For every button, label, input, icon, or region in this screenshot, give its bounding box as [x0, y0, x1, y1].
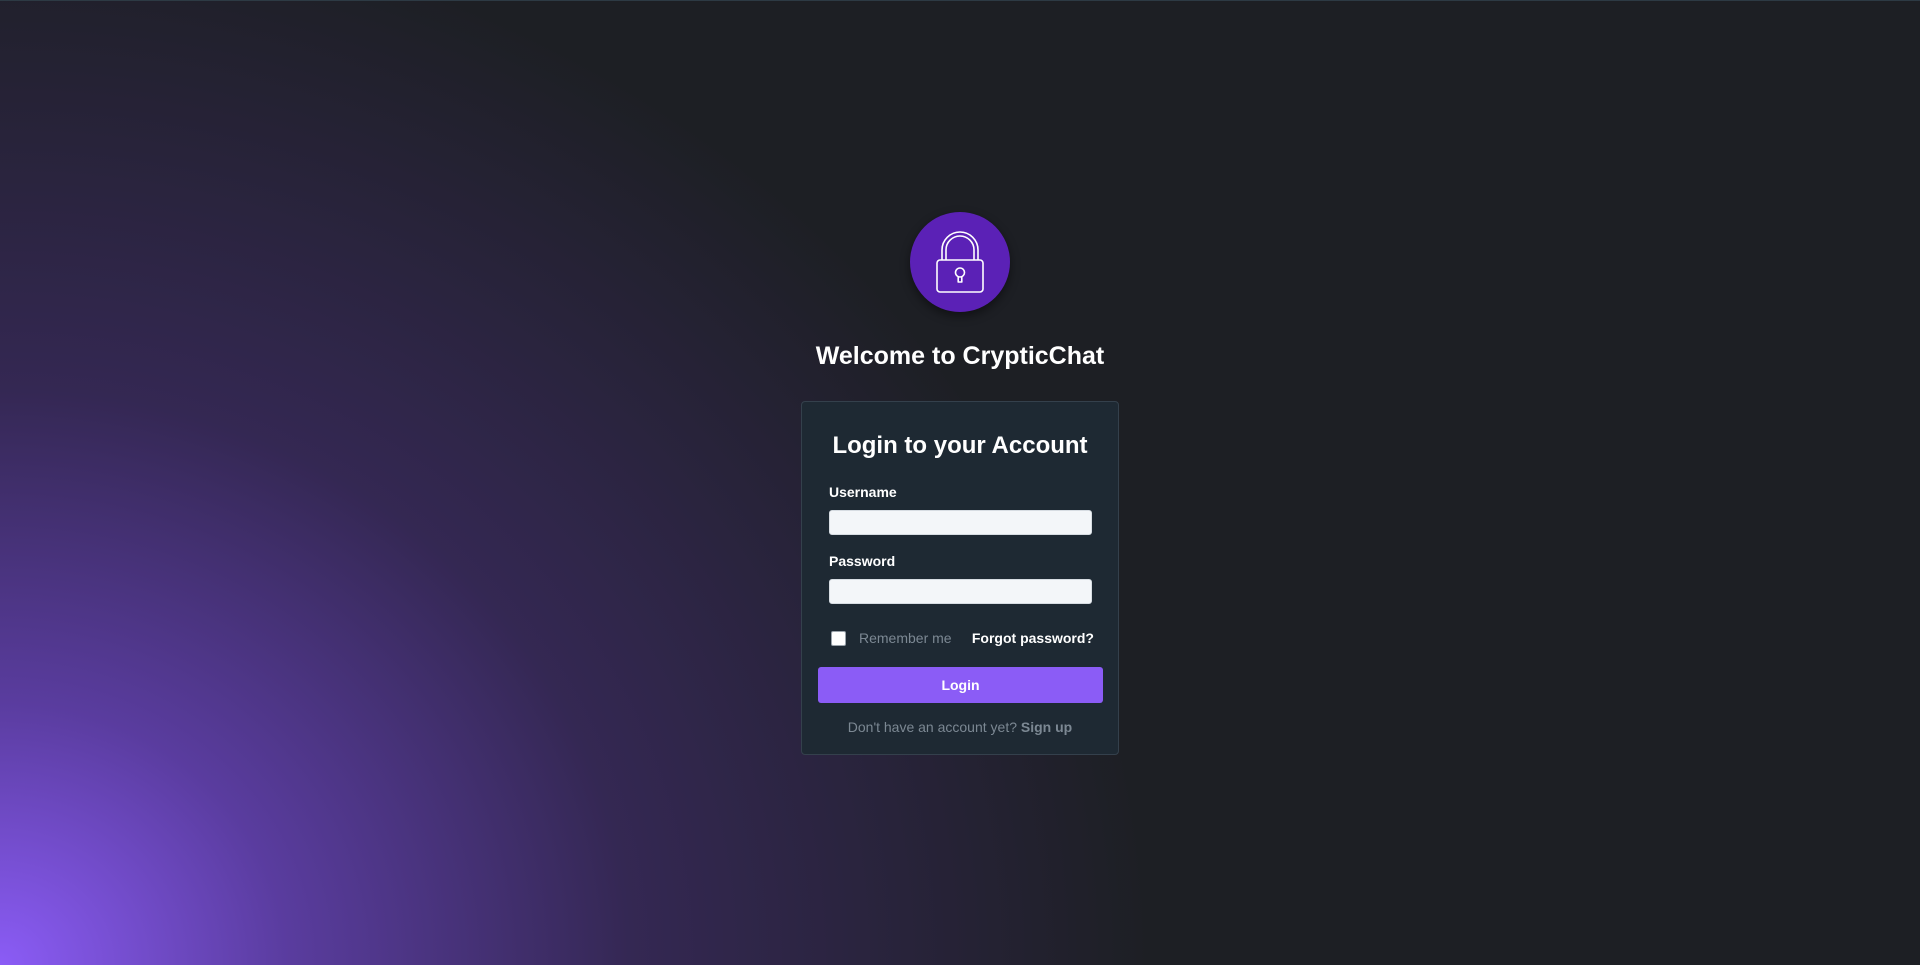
signup-prompt-text: Don't have an account yet?: [847, 719, 1021, 735]
welcome-heading: Welcome to CrypticChat: [815, 342, 1105, 370]
login-button[interactable]: Login: [818, 667, 1103, 703]
username-label: Username: [829, 484, 897, 500]
logo-badge: [910, 212, 1010, 312]
login-card: Login to your Account Username Password …: [801, 401, 1119, 755]
signup-prompt-line: Don't have an account yet? Sign up: [802, 719, 1118, 735]
lock-icon: [936, 231, 984, 293]
signup-link[interactable]: Sign up: [1021, 719, 1072, 735]
remember-me-label[interactable]: Remember me: [859, 630, 952, 646]
login-card-title: Login to your Account: [832, 432, 1088, 459]
remember-me-checkbox[interactable]: [831, 631, 846, 646]
top-border: [0, 0, 1920, 1]
username-input[interactable]: [829, 510, 1092, 535]
password-label: Password: [829, 553, 896, 569]
password-input[interactable]: [829, 579, 1092, 604]
forgot-password-link[interactable]: Forgot password?: [972, 630, 1094, 646]
